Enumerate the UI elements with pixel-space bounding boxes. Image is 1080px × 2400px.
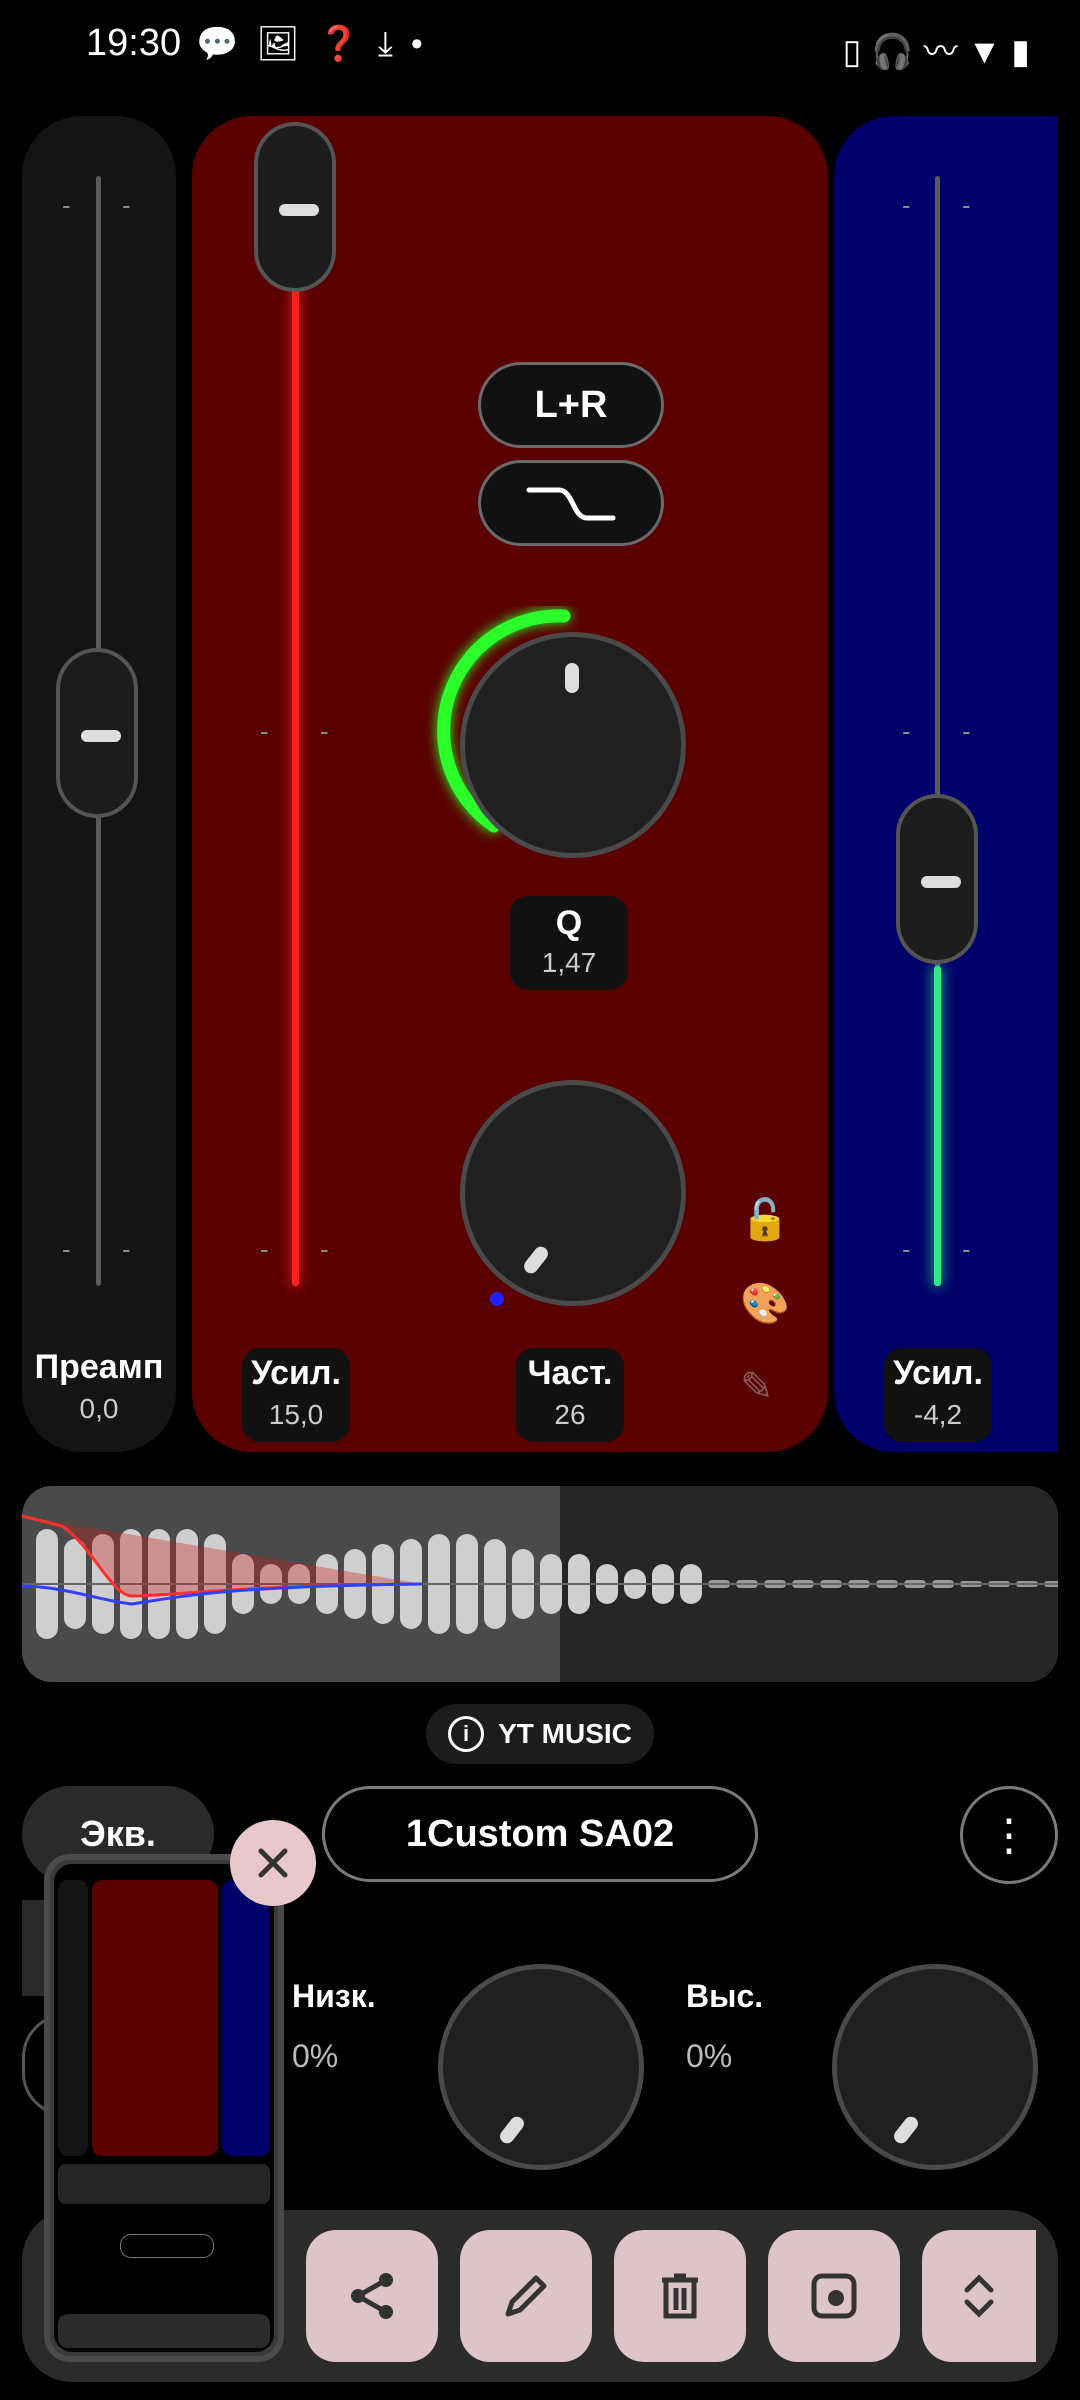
low-dial[interactable] (438, 1964, 644, 2170)
band-panel-active: - - - - L+R Q 1,47 🔓 🎨 ✎ Усил. 15,0 Част… (192, 116, 828, 1452)
expand-button[interactable] (922, 2230, 1036, 2362)
gain-value: 15,0 (268, 1399, 324, 1430)
edit-icon (505, 2275, 547, 2317)
high-dial-value: 0% (686, 2038, 733, 2074)
low-dial-indicator (497, 2113, 527, 2147)
thumb-actions (58, 2314, 270, 2348)
channel-label: L+R (534, 383, 608, 426)
q-value: 1,47 (541, 947, 597, 978)
vibrate-icon: 〰 (923, 33, 968, 71)
tick: - (260, 1234, 269, 1264)
screenshot-button[interactable] (768, 2230, 900, 2362)
q-knob-indicator (565, 663, 579, 693)
delete-button[interactable] (614, 2230, 746, 2362)
expand-icon (964, 2274, 994, 2318)
high-dial-title: Выс. (686, 1978, 764, 2014)
gain-fill-2 (934, 966, 941, 1286)
status-icons-right: ▯🎧〰▼▮ (843, 24, 1040, 73)
tick: - (122, 1234, 131, 1264)
tick: - (962, 1234, 971, 1264)
preamp-label: Преамп 0,0 (28, 1348, 170, 1442)
gain-label: Усил. 15,0 (242, 1348, 350, 1442)
tick: - (902, 190, 911, 220)
headphones-icon: 🎧 (871, 33, 924, 71)
close-thumbnail-button[interactable] (230, 1820, 316, 1906)
palette-icon[interactable]: 🎨 (740, 1280, 790, 1327)
share-button[interactable] (306, 2230, 438, 2362)
thumb-preset (120, 2234, 214, 2258)
gain-value-2: -4,2 (913, 1399, 963, 1430)
thumb-dark-panel (58, 1880, 88, 2156)
band-panel-next: - - - - - - Усил. -4,2 (834, 116, 1058, 1452)
gain-label-2: Усил. -4,2 (884, 1348, 992, 1442)
tick: - (962, 190, 971, 220)
lock-open-icon[interactable]: 🔓 (740, 1196, 790, 1243)
gain-title: Усил. (251, 1354, 341, 1392)
freq-knob-indicator (521, 1243, 551, 1277)
more-options-icon[interactable]: ⋮ (960, 1786, 1058, 1884)
tick: - (902, 716, 911, 746)
download-icon: ⤓ (377, 25, 411, 63)
wifi-icon: ▼ (967, 33, 1012, 71)
thumb-red-panel (92, 1880, 218, 2156)
screenshot-icon (811, 2273, 857, 2319)
phone-icon: ▯ (842, 33, 872, 71)
q-label: Q 1,47 (510, 896, 628, 990)
tick: - (902, 1234, 911, 1264)
tick: - (62, 1234, 71, 1264)
delete-icon (662, 2273, 698, 2319)
tick: - (320, 716, 329, 746)
freq-marker (490, 1292, 504, 1306)
tick: - (962, 716, 971, 746)
image-icon: 🖼 (256, 25, 318, 63)
freq-value: 26 (554, 1399, 586, 1430)
freq-knob[interactable] (460, 1080, 686, 1306)
gain-slider-handle-2[interactable] (896, 794, 978, 964)
status-time: 19:30 (86, 22, 182, 64)
info-icon: i (448, 1716, 485, 1752)
low-dial-title: Низк. (292, 1978, 376, 2014)
thumb-blue-panel (222, 1880, 270, 2156)
close-icon (258, 1848, 288, 1878)
status-icons-left: 💬🖼❓⤓• (196, 24, 441, 64)
help-icon: ❓ (317, 25, 378, 63)
gain-fill (292, 286, 299, 1286)
low-dial-value: 0% (292, 2038, 339, 2074)
q-knob[interactable] (460, 632, 686, 858)
edit-button[interactable] (460, 2230, 592, 2362)
tick: - (122, 190, 131, 220)
channel-button[interactable]: L+R (478, 362, 664, 448)
tick: - (260, 716, 269, 746)
high-dial-indicator (891, 2113, 921, 2147)
spectrum-visualizer[interactable] (22, 1486, 1058, 1682)
screenshot-thumbnail[interactable] (44, 1854, 284, 2362)
chat-icon: 💬 (196, 25, 257, 63)
low-shelf-icon (526, 487, 616, 521)
thumb-visualizer (58, 2164, 270, 2204)
freq-title: Част. (527, 1354, 613, 1392)
pencil-icon[interactable]: ✎ (740, 1364, 774, 1410)
source-button[interactable]: i YT MUSIC (426, 1704, 654, 1764)
freq-label: Част. 26 (516, 1348, 624, 1442)
preamp-slider-handle[interactable] (56, 648, 138, 818)
preamp-value: 0,0 (79, 1393, 119, 1424)
q-title: Q (555, 904, 583, 942)
gain-title-2: Усил. (893, 1354, 983, 1392)
tick: - (62, 190, 71, 220)
gain-slider-handle[interactable] (254, 122, 336, 292)
source-label: YT MUSIC (498, 1718, 632, 1749)
battery-icon: ▮ (1011, 33, 1040, 71)
eq-curve (22, 1514, 1058, 1606)
dot-icon: • (410, 25, 441, 63)
thumb-screen (54, 1864, 274, 2352)
share-icon (351, 2273, 393, 2319)
filter-type-button[interactable] (478, 460, 664, 546)
high-dial[interactable] (832, 1964, 1038, 2170)
preamp-panel: - - - - Преамп 0,0 (22, 116, 176, 1452)
preamp-title: Преамп (34, 1348, 164, 1386)
preset-name[interactable]: 1Custom SA02 (322, 1786, 758, 1882)
tick: - (320, 1234, 329, 1264)
